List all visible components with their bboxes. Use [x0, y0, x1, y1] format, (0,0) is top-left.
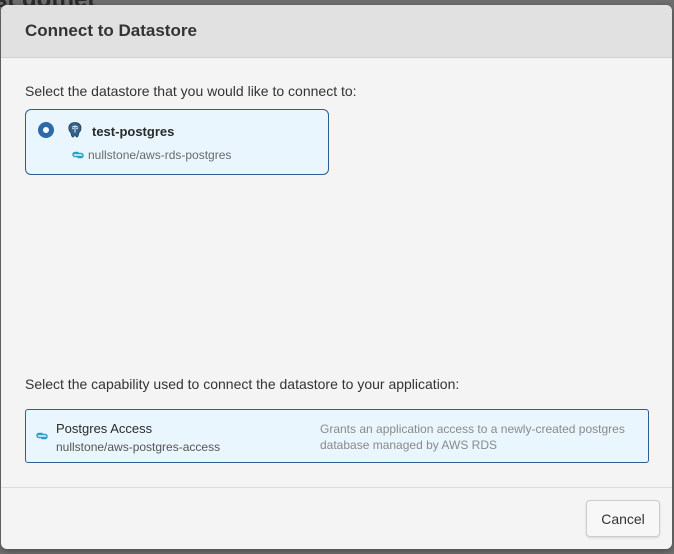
footer-divider — [1, 487, 672, 488]
capability-module: nullstone/aws-postgres-access — [56, 440, 221, 454]
cancel-button[interactable]: Cancel — [586, 500, 660, 537]
datastore-module: nullstone/aws-rds-postgres — [88, 148, 232, 162]
capability-option-postgres-access[interactable]: Postgres Access nullstone/aws-postgres-a… — [25, 409, 649, 463]
capability-prompt: Select the capability used to connect th… — [25, 376, 460, 392]
module-link-icon — [72, 151, 84, 159]
datastore-option-test-postgres[interactable]: test-postgres nullstone/aws-rds-postgres — [25, 109, 329, 175]
dialog-header: Connect to Datastore — [1, 5, 672, 58]
postgres-elephant-icon — [68, 122, 82, 138]
datastore-radio-selected[interactable] — [38, 122, 54, 138]
capability-name: Postgres Access — [56, 421, 153, 436]
connect-datastore-dialog: Connect to Datastore Select the datastor… — [1, 5, 672, 549]
capability-description: Grants an application access to a newly-… — [320, 422, 625, 452]
module-link-icon — [36, 432, 48, 440]
datastore-name: test-postgres — [92, 124, 175, 139]
datastore-prompt: Select the datastore that you would like… — [25, 83, 357, 99]
dialog-title: Connect to Datastore — [25, 21, 197, 40]
